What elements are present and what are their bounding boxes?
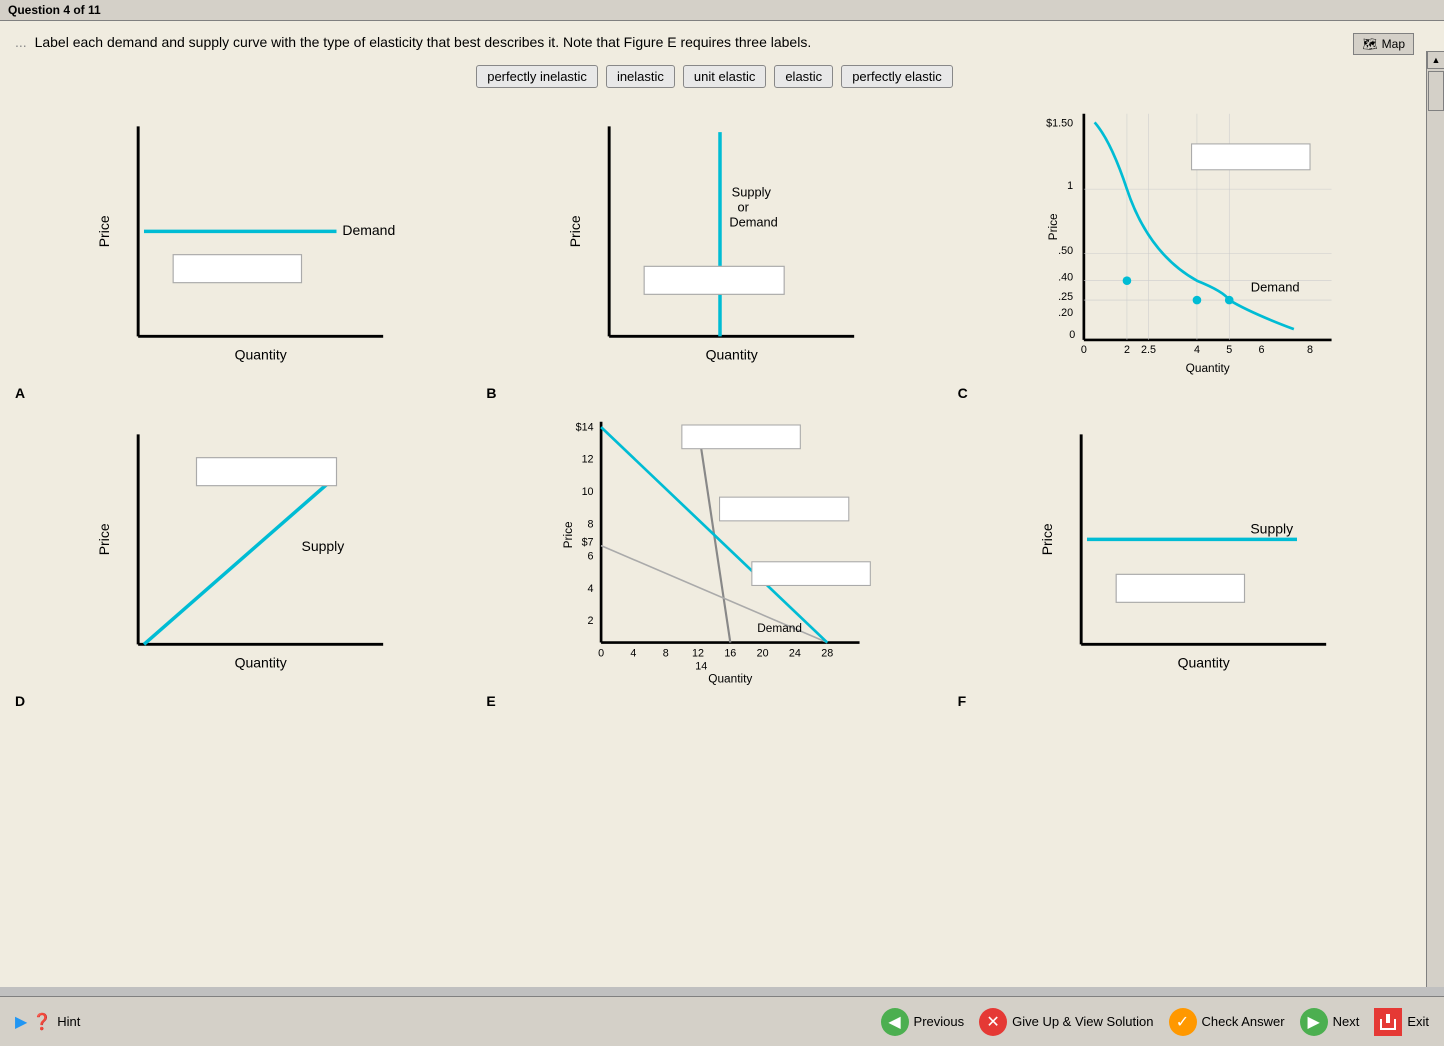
question-text: ... Label each demand and supply curve w… (15, 33, 1343, 53)
svg-text:Quantity: Quantity (1177, 655, 1229, 671)
svg-text:24: 24 (789, 648, 801, 660)
svg-text:6: 6 (588, 551, 594, 563)
footer-left: ▶ ❓ Hint (15, 1012, 80, 1032)
question-body: Label each demand and supply curve with … (35, 34, 812, 50)
svg-text:2: 2 (588, 615, 594, 627)
hint-arrow-icon: ▶ (15, 1012, 27, 1032)
svg-text:Price: Price (1046, 213, 1060, 240)
graph-e: Price $14 12 10 8 $7 6 4 2 0 4 8 (486, 411, 942, 709)
svg-text:12: 12 (582, 454, 594, 466)
svg-text:Supply: Supply (301, 538, 344, 554)
label-options: perfectly inelastic inelastic unit elast… (15, 65, 1414, 88)
question-counter: Question 4 of 11 (8, 3, 101, 17)
svg-text:12: 12 (692, 648, 704, 660)
chip-inelastic[interactable]: inelastic (606, 65, 675, 88)
exit-icon (1374, 1008, 1402, 1036)
chip-elastic[interactable]: elastic (774, 65, 833, 88)
give-up-icon: ✕ (979, 1008, 1007, 1036)
graph-c: Price $1.50 1 .50 .40 .25 .20 0 0 2 2.5 … (958, 103, 1414, 401)
next-button[interactable]: ▶ Next (1300, 1008, 1360, 1036)
map-button[interactable]: 🗺 Map (1353, 33, 1414, 55)
svg-text:0: 0 (598, 648, 604, 660)
svg-text:.20: .20 (1058, 307, 1073, 319)
svg-text:or: or (738, 200, 750, 215)
svg-text:Supply: Supply (1250, 521, 1293, 537)
svg-text:28: 28 (822, 648, 834, 660)
graph-b-label: B (486, 385, 942, 401)
svg-text:0: 0 (1069, 329, 1075, 341)
map-icon: 🗺 (1362, 37, 1377, 51)
scroll-up-btn[interactable]: ▲ (1427, 51, 1444, 69)
svg-text:.50: .50 (1058, 245, 1073, 257)
svg-text:Supply: Supply (732, 184, 772, 199)
svg-text:Price: Price (1039, 523, 1055, 555)
svg-text:Quantity: Quantity (235, 655, 287, 671)
svg-text:2.5: 2.5 (1141, 344, 1156, 356)
svg-text:Quantity: Quantity (709, 671, 753, 685)
svg-text:4: 4 (631, 648, 637, 660)
chip-unit-elastic[interactable]: unit elastic (683, 65, 766, 88)
svg-text:8: 8 (588, 518, 594, 530)
graph-d: Price Quantity Supply D (15, 411, 471, 709)
graph-b: Price Quantity Supply or Demand B (486, 103, 942, 401)
graph-f: Price Quantity Supply F (958, 411, 1414, 709)
graph-f-label: F (958, 693, 1414, 709)
svg-text:20: 20 (757, 648, 769, 660)
svg-text:Price: Price (567, 215, 583, 247)
graph-e-label: E (486, 693, 942, 709)
svg-text:Quantity: Quantity (706, 347, 758, 363)
svg-text:8: 8 (663, 648, 669, 660)
svg-text:16: 16 (725, 648, 737, 660)
svg-text:Quantity: Quantity (235, 347, 287, 363)
svg-text:0: 0 (1081, 344, 1087, 356)
check-answer-button[interactable]: ✓ Check Answer (1169, 1008, 1285, 1036)
svg-text:Price: Price (561, 521, 575, 548)
svg-text:8: 8 (1307, 344, 1313, 356)
scroll-thumb[interactable] (1428, 71, 1444, 111)
hint-question-icon: ❓ (32, 1012, 52, 1032)
title-bar: Question 4 of 11 (0, 0, 1444, 21)
svg-text:Demand: Demand (1250, 279, 1299, 294)
question-header: ... Label each demand and supply curve w… (15, 33, 1414, 55)
graph-a-label: A (15, 385, 471, 401)
svg-text:$7: $7 (582, 537, 594, 549)
scrollbar[interactable]: ▲ ▼ (1426, 51, 1444, 987)
footer-right: ◀ Previous ✕ Give Up & View Solution ✓ C… (881, 1008, 1429, 1036)
exit-button[interactable]: Exit (1374, 1008, 1429, 1036)
svg-text:14: 14 (696, 660, 708, 672)
svg-text:.40: .40 (1058, 272, 1073, 284)
svg-text:10: 10 (582, 486, 594, 498)
svg-text:Demand: Demand (730, 215, 778, 230)
svg-text:5: 5 (1226, 344, 1232, 356)
svg-text:Demand: Demand (342, 222, 395, 238)
graph-a: Price Quantity Demand A (15, 103, 471, 401)
svg-text:$1.50: $1.50 (1046, 118, 1073, 130)
previous-icon: ◀ (881, 1008, 909, 1036)
graph-c-label: C (958, 385, 1414, 401)
svg-text:$14: $14 (576, 421, 594, 433)
graph-d-label: D (15, 693, 471, 709)
svg-text:Price: Price (96, 215, 112, 247)
chip-perfectly-elastic[interactable]: perfectly elastic (841, 65, 953, 88)
check-answer-icon: ✓ (1169, 1008, 1197, 1036)
svg-text:Quantity: Quantity (1185, 361, 1229, 375)
footer: ▶ ❓ Hint ◀ Previous ✕ Give Up & View Sol… (0, 996, 1444, 1046)
hint-button[interactable]: Hint (57, 1014, 80, 1029)
svg-text:.25: .25 (1058, 291, 1073, 303)
svg-text:4: 4 (1194, 344, 1200, 356)
svg-text:Demand: Demand (758, 621, 803, 635)
svg-text:4: 4 (588, 583, 594, 595)
svg-text:2: 2 (1124, 344, 1130, 356)
svg-text:Price: Price (96, 523, 112, 555)
next-icon: ▶ (1300, 1008, 1328, 1036)
previous-button[interactable]: ◀ Previous (881, 1008, 965, 1036)
give-up-button[interactable]: ✕ Give Up & View Solution (979, 1008, 1153, 1036)
svg-text:1: 1 (1067, 180, 1073, 192)
chip-perfectly-inelastic[interactable]: perfectly inelastic (476, 65, 598, 88)
svg-text:6: 6 (1258, 344, 1264, 356)
